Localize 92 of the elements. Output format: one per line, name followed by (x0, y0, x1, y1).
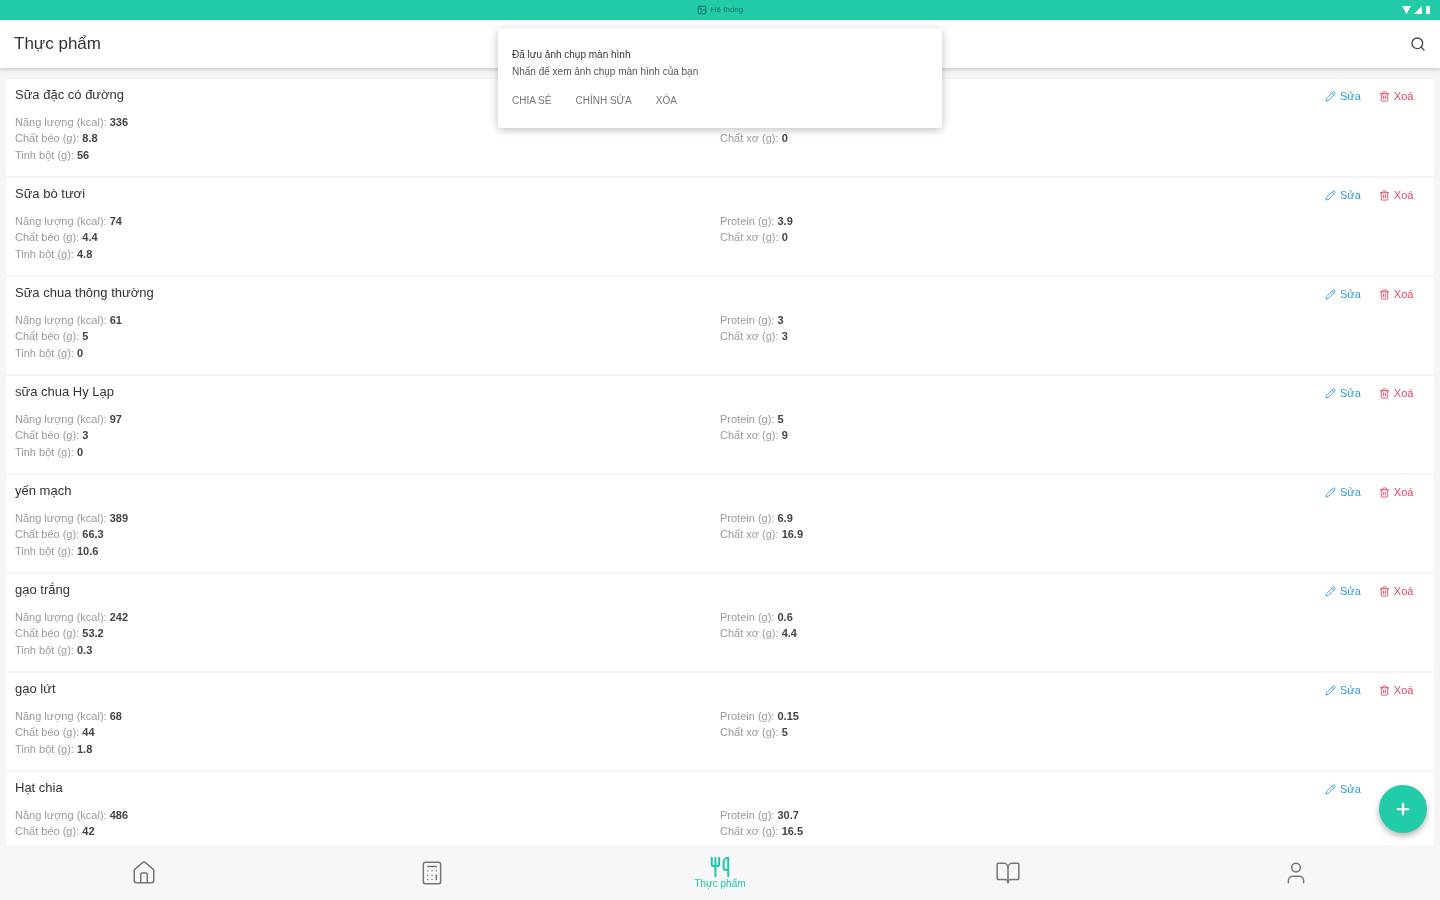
notification-action[interactable]: XÓA (655, 93, 677, 108)
nutrient-line: Protein (g): 0.15 (720, 708, 799, 724)
trash-icon (1378, 288, 1390, 300)
utensils-icon (709, 855, 731, 878)
nutrient-line: Tinh bột (g): 10.6 (15, 543, 100, 559)
nutrient-line: Chất xơ (g): 16.9 (720, 527, 804, 542)
nutrient-line: Năng lượng (kcal): 61 (15, 312, 123, 328)
nutrient-line: Năng lượng (kcal): 486 (15, 807, 130, 823)
food-name: gạo lứt (15, 680, 56, 698)
nutrient-line: Chất béo (g): 8.8 (15, 131, 99, 146)
nutrient-line: Protein (g): 5 (720, 411, 785, 427)
pencil-icon (1325, 90, 1336, 102)
edit-button[interactable]: Sửa (1325, 88, 1361, 105)
nutrient-line: Tinh bột (g): 1.8 (15, 741, 94, 757)
nutrient-line: Chất xơ (g): 4.4 (720, 626, 797, 641)
nutrient-line: Tinh bột (g): 0 (15, 444, 85, 460)
nutrient-line: Năng lượng (kcal): 97 (15, 411, 123, 427)
search-button[interactable] (1410, 36, 1426, 52)
food-name: gạo trắng (15, 581, 70, 599)
pencil-icon (1325, 684, 1336, 696)
nutrient-line: Chất xơ (g): 3 (720, 329, 788, 344)
nutrient-line: Tinh bột (g): 56 (15, 147, 91, 163)
trash-icon (1378, 189, 1390, 201)
nutrient-line: Năng lượng (kcal): 242 (15, 609, 130, 625)
pencil-icon (1325, 585, 1336, 597)
notification-action[interactable]: CHỈNH SỬA (575, 93, 632, 108)
food-name: yến mạch (15, 482, 72, 500)
nutrient-line: Năng lượng (kcal): 389 (15, 510, 130, 526)
edit-button[interactable]: Sửa (1325, 286, 1361, 303)
food-name: Sữa bò tươi (15, 185, 85, 203)
nutrient-line: Năng lượng (kcal): 74 (15, 213, 123, 229)
delete-button[interactable]: Xoá (1378, 484, 1414, 501)
edit-button[interactable]: Sửa (1325, 781, 1361, 798)
search-icon (1410, 36, 1426, 52)
pencil-icon (1325, 288, 1336, 300)
trash-icon (1378, 486, 1390, 498)
nutrient-line: Chất béo (g): 66.3 (15, 527, 105, 542)
nutrient-line: Protein (g): 30.7 (720, 807, 800, 823)
delete-button[interactable]: Xoá (1378, 385, 1414, 402)
delete-button[interactable]: Xoá (1378, 682, 1414, 699)
edit-button[interactable]: Sửa (1325, 385, 1361, 402)
image-icon (696, 5, 707, 15)
delete-button[interactable]: Xoá (1378, 88, 1414, 105)
nutrient-line: Chất béo (g): 4.4 (15, 230, 99, 245)
nutrient-line: Năng lượng (kcal): 68 (15, 708, 123, 724)
edit-button[interactable]: Sửa (1325, 583, 1361, 600)
signal-icon (1402, 5, 1432, 15)
nutrient-line: Protein (g): 6.9 (720, 510, 794, 526)
nutrient-line: Chất béo (g): 42 (15, 824, 96, 839)
nutrient-line: Protein (g): 3.9 (720, 213, 793, 229)
nutrient-line: Chất béo (g): 5 (15, 329, 90, 344)
pencil-icon (1325, 783, 1336, 795)
notification-toast[interactable]: Đã lưu ảnh chụp màn hình Nhấn để xem ảnh chụp màn hình của bạn CHIA SẺ CHỈNH SỬA XÓA (498, 28, 942, 128)
food-name: sữa chua Hy Lạp (15, 383, 115, 401)
edit-button[interactable]: Sửa (1325, 682, 1361, 699)
nutrient-line: Chất béo (g): 53.2 (15, 626, 105, 641)
book-icon (995, 859, 1021, 886)
nutrient-line: Chất béo (g): 44 (15, 725, 96, 740)
delete-button[interactable]: Xoá (1378, 187, 1414, 204)
nutrient-line: Năng lượng (kcal): 336 (15, 114, 130, 130)
food-name: Sữa đặc có đường (15, 86, 125, 104)
notification-title: Đã lưu ảnh chụp màn hình (512, 48, 632, 62)
pencil-icon (1325, 486, 1336, 498)
nutrient-line: Tinh bột (g): 0 (15, 345, 85, 361)
delete-button[interactable]: Xoá (1378, 286, 1414, 303)
plus-icon (1394, 800, 1412, 818)
app-title: Thực phẩm (14, 33, 101, 56)
food-name: Hạt chia (15, 779, 63, 797)
status-text: Hệ thống (710, 4, 744, 16)
trash-icon (1378, 585, 1390, 597)
nutrient-line: Chất béo (g): 3 (15, 428, 90, 443)
trash-icon (1378, 387, 1390, 399)
nutrient-line: Protein (g): 0.6 (720, 609, 794, 625)
home-icon (131, 859, 157, 886)
notification-text: Nhấn để xem ảnh chụp màn hình của bạn (512, 65, 700, 79)
pencil-icon (1325, 189, 1336, 201)
nutrient-line: Chất xơ (g): 0 (720, 230, 789, 245)
food-name: Sữa chua thông thường (15, 284, 154, 302)
nutrient-line: Tinh bột (g): 4.8 (15, 246, 94, 262)
nutrient-line: Chất xơ (g): 9 (720, 428, 788, 443)
nutrient-line: Protein (g): 3 (720, 312, 785, 328)
pencil-icon (1325, 387, 1336, 399)
nutrient-line: Chất xơ (g): 0 (720, 131, 788, 146)
edit-button[interactable]: Sửa (1325, 484, 1361, 501)
notification-action[interactable]: CHIA SẺ (512, 93, 552, 108)
delete-button[interactable]: Xoá (1378, 583, 1414, 600)
nutrient-line: Tinh bột (g): 0.3 (15, 642, 94, 658)
trash-icon (1378, 684, 1390, 696)
nutrient-line: Chất xơ (g): 16.5 (720, 824, 804, 839)
edit-button[interactable]: Sửa (1325, 187, 1361, 204)
trash-icon (1378, 90, 1390, 102)
nutrient-line: Chất xơ (g): 5 (720, 725, 789, 740)
